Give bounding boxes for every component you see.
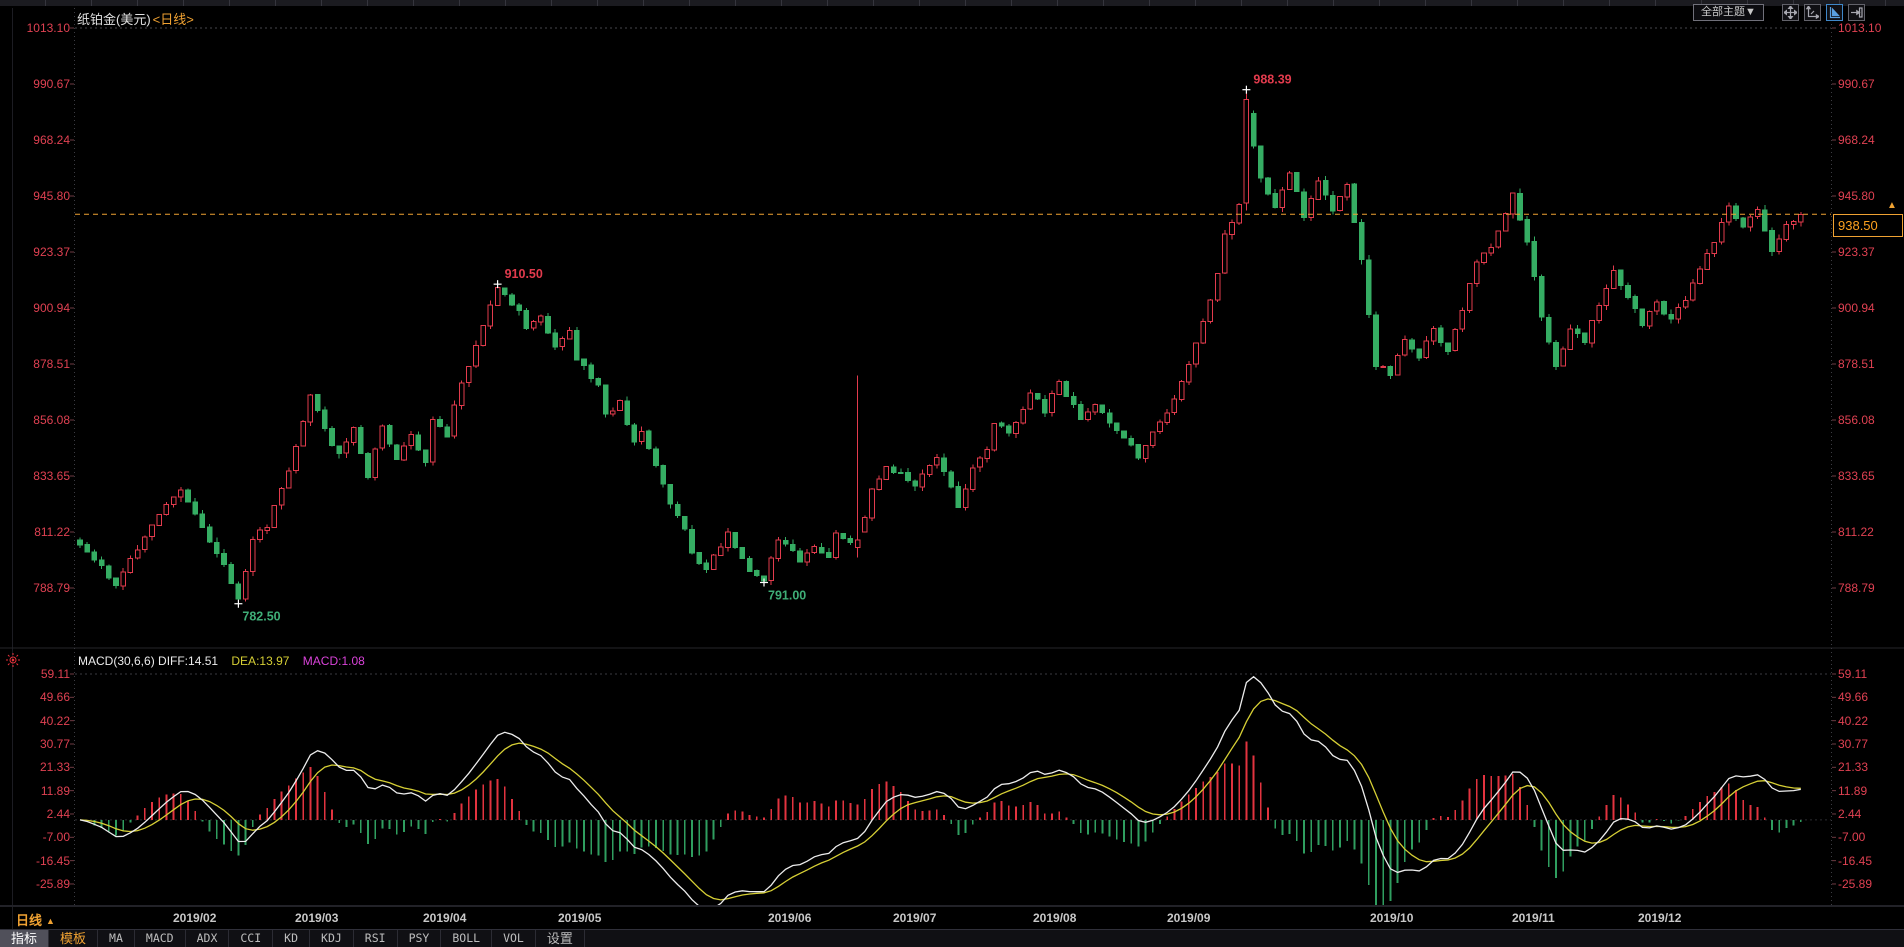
y-axis-label: 21.33	[1838, 759, 1900, 775]
y-axis-label: 11.89	[8, 783, 70, 799]
dock-panel-icon[interactable]	[1848, 4, 1865, 21]
y-axis-label: 833.65	[1838, 468, 1900, 484]
x-axis-label: 2019/11	[1512, 911, 1555, 925]
date-axis: 日线 ▲ 2019/02 2019/03 2019/04 2019/05 2019/06 2…	[0, 906, 1904, 928]
tab-KDJ[interactable]: KDJ	[310, 930, 354, 947]
y-axis-label: 900.94	[1838, 300, 1900, 316]
price-marker-label: 988.39	[1253, 73, 1291, 87]
x-axis-label: 2019/05	[558, 911, 601, 925]
price-marker-label: 910.50	[505, 267, 543, 281]
y-axis-label: 990.67	[8, 76, 70, 92]
price-marker-label: 782.50	[242, 610, 280, 624]
y-axis-label: 878.51	[1838, 356, 1900, 372]
x-axis-label: 2019/07	[893, 911, 936, 925]
x-axis-label: 2019/10	[1370, 911, 1413, 925]
x-axis-label: 2019/06	[768, 911, 811, 925]
pan-icon[interactable]	[1782, 4, 1799, 21]
macd-value-label: MACD:1.08	[303, 654, 365, 668]
axis-scroll-arrow-icon[interactable]: ▲	[1887, 201, 1897, 211]
y-axis-label: 40.22	[1838, 713, 1900, 729]
y-axis-label: 900.94	[8, 300, 70, 316]
trading-terminal: 782.50 910.50 791.00 988.39 纸铂金(美元)<日线> 全部主…	[0, 0, 1904, 947]
tab-设置[interactable]: 设置	[536, 930, 585, 947]
tab-ADX[interactable]: ADX	[186, 930, 230, 947]
y-axis-label: 1013.10	[8, 20, 70, 36]
tab-MA[interactable]: MA	[98, 930, 135, 947]
tab-指标[interactable]: 指标	[0, 930, 49, 947]
y-axis-label: 856.08	[8, 412, 70, 428]
y-axis-label: 923.37	[1838, 244, 1900, 260]
y-axis-label: 811.22	[8, 524, 70, 540]
tab-BOLL[interactable]: BOLL	[441, 930, 492, 947]
x-axis-label: 2019/12	[1638, 911, 1681, 925]
y-axis-label: 788.79	[8, 580, 70, 596]
y-axis-label: -16.45	[8, 853, 70, 869]
y-axis-label: 945.80	[8, 188, 70, 204]
y-axis-label: -16.45	[1838, 853, 1900, 869]
x-axis-label: 2019/08	[1033, 911, 1076, 925]
period-selector-label: 日线	[16, 913, 42, 928]
last-price-box: 938.50	[1833, 214, 1903, 237]
y-axis-label: 968.24	[8, 132, 70, 148]
y-axis-label: 968.24	[1838, 132, 1900, 148]
y-axis-label: 49.66	[1838, 689, 1900, 705]
tab-CCI[interactable]: CCI	[229, 930, 273, 947]
y-axis-label: 2.44	[1838, 806, 1900, 822]
macd-header: MACD(30,6,6) DIFF:14.51 DEA:13.97 MACD:1…	[78, 654, 375, 668]
chart-canvas[interactable]: 782.50 910.50 791.00 988.39	[0, 0, 1904, 947]
tab-PSY[interactable]: PSY	[398, 930, 442, 947]
y-axis-label: 59.11	[8, 666, 70, 682]
macd-params-label: MACD(30,6,6) DIFF:14.51	[78, 654, 218, 668]
y-axis-label: 30.77	[8, 736, 70, 752]
y-axis-label: 788.79	[1838, 580, 1900, 596]
toolbar-icons	[1782, 4, 1865, 21]
period-tag: <日线>	[153, 12, 194, 27]
chart-title: 纸铂金(美元)<日线>	[77, 9, 194, 28]
x-axis-label: 2019/09	[1167, 911, 1210, 925]
period-selector[interactable]: 日线 ▲	[16, 910, 55, 929]
y-axis-label: 990.67	[1838, 76, 1900, 92]
y-axis-label: 923.37	[8, 244, 70, 260]
price-marker-label: 791.00	[768, 589, 806, 603]
indicator-settings-icon[interactable]	[5, 652, 21, 668]
tab-RSI[interactable]: RSI	[354, 930, 398, 947]
y-axis-label: 49.66	[8, 689, 70, 705]
triangle-up-icon: ▲	[46, 916, 55, 926]
y-axis-label: 30.77	[1838, 736, 1900, 752]
y-axis-label: -7.00	[1838, 829, 1900, 845]
y-axis-label: -25.89	[1838, 876, 1900, 892]
theme-dropdown-button[interactable]: 全部主题▼	[1693, 4, 1764, 21]
y-axis-label: 878.51	[8, 356, 70, 372]
y-axis-label: -7.00	[8, 829, 70, 845]
instrument-name: 纸铂金(美元)	[77, 12, 151, 27]
y-axis-label: 811.22	[1838, 524, 1900, 540]
tab-VOL[interactable]: VOL	[492, 930, 536, 947]
x-axis-label: 2019/03	[295, 911, 338, 925]
axis-range-icon[interactable]	[1804, 4, 1821, 21]
x-axis-label: 2019/02	[173, 911, 216, 925]
y-axis-label: 11.89	[1838, 783, 1900, 799]
x-axis-label: 2019/04	[423, 911, 466, 925]
y-axis-label: 1013.10	[1838, 20, 1900, 36]
y-axis-label: 856.08	[1838, 412, 1900, 428]
y-axis-label: 2.44	[8, 806, 70, 822]
auto-scale-icon[interactable]	[1826, 4, 1843, 21]
y-axis-label: 59.11	[1838, 666, 1900, 682]
macd-dea-label: DEA:13.97	[231, 654, 289, 668]
y-axis-label: 21.33	[8, 759, 70, 775]
y-axis-label: -25.89	[8, 876, 70, 892]
tab-MACD[interactable]: MACD	[135, 930, 186, 947]
indicator-tab-bar: 指标模板MAMACDADXCCIKDKDJRSIPSYBOLLVOL设置	[0, 929, 1904, 947]
y-axis-label: 40.22	[8, 713, 70, 729]
tab-KD[interactable]: KD	[273, 930, 310, 947]
tab-模板[interactable]: 模板	[49, 930, 98, 947]
y-axis-label: 833.65	[8, 468, 70, 484]
